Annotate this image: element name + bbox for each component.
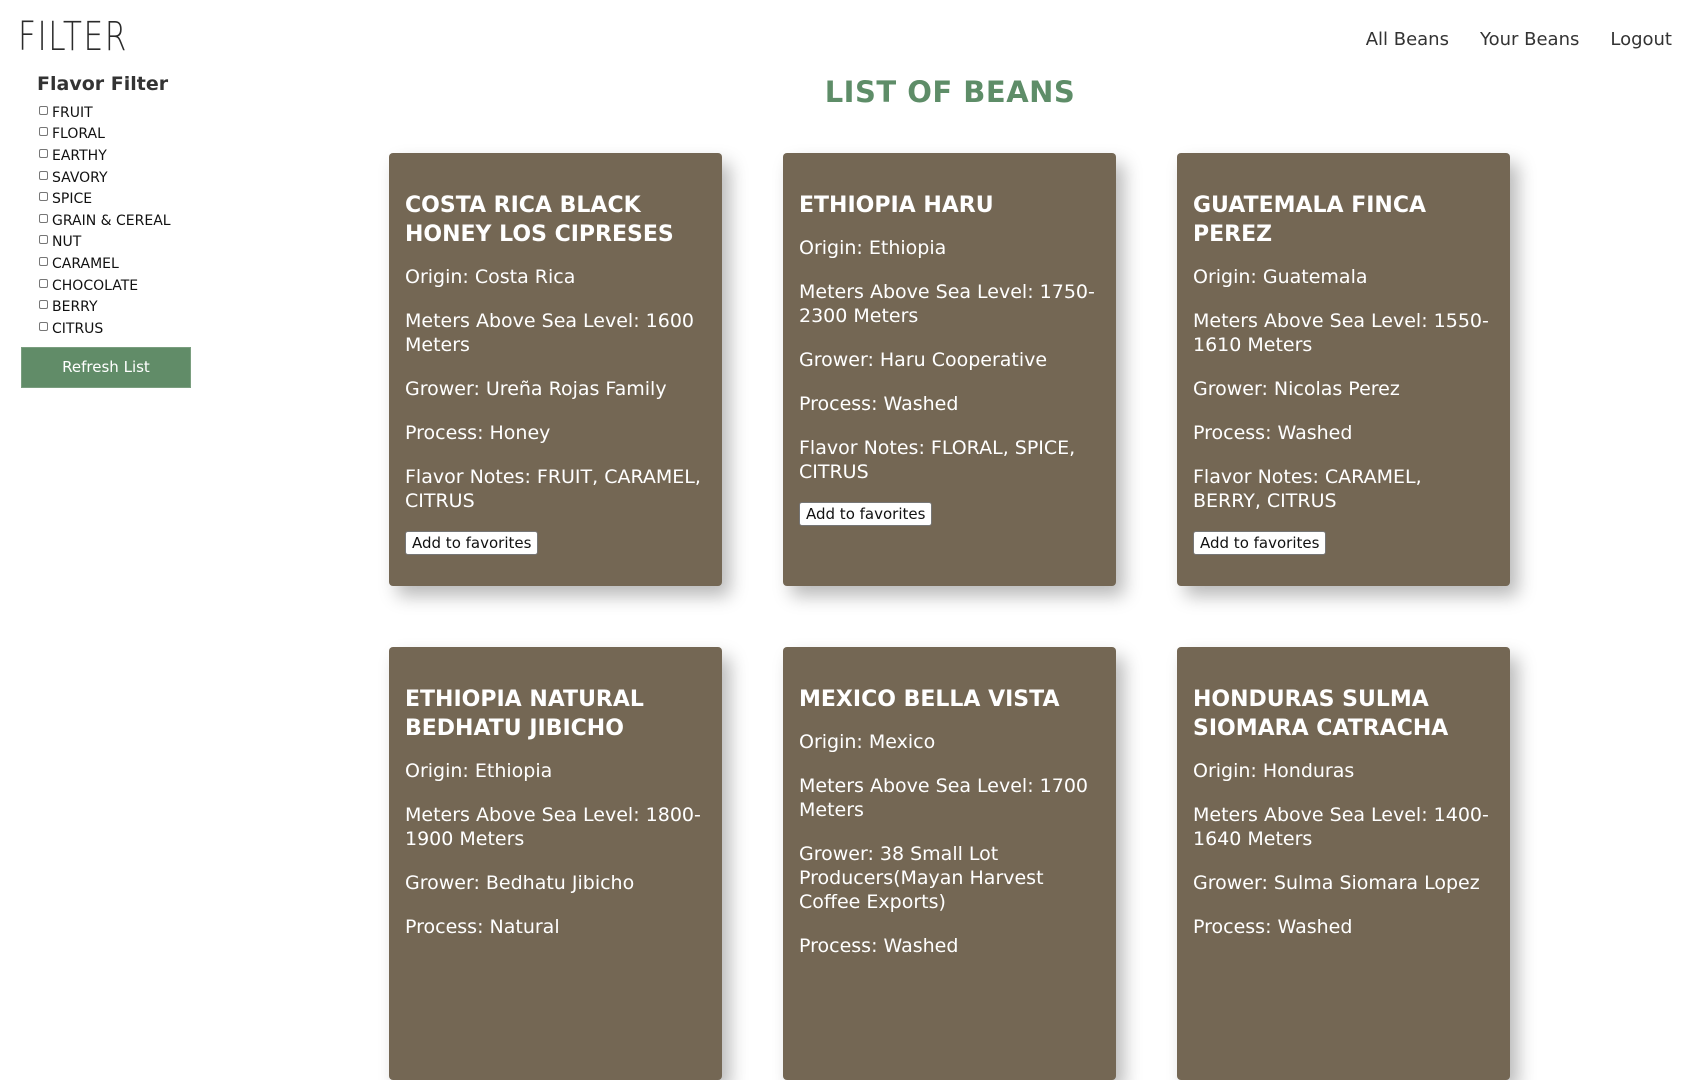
top-nav: All Beans Your Beans Logout	[1366, 29, 1672, 50]
bean-origin: Origin: Costa Rica	[405, 266, 576, 288]
bean-elevation: Meters Above Sea Level: 1750-2300 Meters	[799, 281, 1095, 327]
bean-grower: Grower: Sulma Siomara Lopez	[1193, 872, 1480, 894]
flavor-option-citrus[interactable]: CITRUS	[39, 318, 211, 340]
nav-your-beans[interactable]: Your Beans	[1480, 29, 1579, 50]
flavor-label: CITRUS	[52, 320, 104, 337]
flavor-checkbox-list: FRUIT FLORAL EARTHY SAVORY SPICE GRAIN &…	[39, 102, 211, 340]
flavor-option-fruit[interactable]: FRUIT	[39, 102, 211, 124]
refresh-list-button[interactable]: Refresh List	[21, 346, 191, 388]
bean-elevation: Meters Above Sea Level: 1400-1640 Meters	[1193, 804, 1489, 850]
flavor-label: NUT	[52, 234, 82, 251]
bean-origin: Origin: Honduras	[1193, 760, 1355, 782]
bean-origin: Origin: Ethiopia	[405, 760, 553, 782]
bean-flavor-notes: Flavor Notes: CARAMEL, BERRY, CITRUS	[1193, 466, 1422, 512]
bean-name: ETHIOPIA HARU	[799, 193, 994, 218]
bean-process: Process: Natural	[405, 916, 560, 938]
bean-card-grid: COSTA RICA BLACK HONEY LOS CIPRESES Orig…	[389, 153, 1510, 1080]
checkbox[interactable]	[39, 148, 48, 158]
nav-logout[interactable]: Logout	[1610, 29, 1672, 50]
flavor-option-chocolate[interactable]: CHOCOLATE	[39, 275, 211, 297]
flavor-filter-sidebar: Flavor Filter FRUIT FLORAL EARTHY SAVORY…	[21, 73, 211, 388]
nav-all-beans[interactable]: All Beans	[1366, 29, 1449, 50]
app-logo: FILTER	[18, 14, 129, 60]
bean-grower: Grower: Nicolas Perez	[1193, 378, 1400, 400]
bean-grower: Grower: Ureña Rojas Family	[405, 378, 667, 400]
checkbox[interactable]	[39, 256, 48, 266]
checkbox[interactable]	[39, 170, 48, 180]
bean-flavor-notes: Flavor Notes: FRUIT, CARAMEL, CITRUS	[405, 466, 701, 512]
bean-flavor-notes: Flavor Notes: FLORAL, SPICE, CITRUS	[799, 437, 1076, 483]
flavor-filter-title: Flavor Filter	[37, 73, 169, 95]
bean-card: COSTA RICA BLACK HONEY LOS CIPRESES Orig…	[389, 153, 722, 586]
checkbox[interactable]	[39, 235, 48, 245]
bean-process: Process: Washed	[799, 935, 959, 957]
bean-grower: Grower: 38 Small Lot Producers(Mayan Har…	[799, 843, 1044, 913]
flavor-label: SPICE	[52, 191, 93, 208]
add-to-favorites-button[interactable]: Add to favorites	[799, 502, 933, 526]
bean-origin: Origin: Guatemala	[1193, 266, 1368, 288]
flavor-option-savory[interactable]: SAVORY	[39, 167, 211, 189]
bean-card: HONDURAS SULMA SIOMARA CATRACHA Origin: …	[1177, 647, 1510, 1080]
flavor-option-berry[interactable]: BERRY	[39, 296, 211, 318]
checkbox[interactable]	[39, 127, 48, 137]
flavor-label: EARTHY	[52, 147, 107, 164]
bean-origin: Origin: Ethiopia	[799, 237, 947, 259]
bean-process: Process: Honey	[405, 422, 551, 444]
flavor-label: CARAMEL	[52, 255, 119, 272]
flavor-label: GRAIN & CEREAL	[52, 212, 171, 229]
flavor-option-grain-cereal[interactable]: GRAIN & CEREAL	[39, 210, 211, 232]
bean-card: GUATEMALA FINCA PEREZ Origin: Guatemala …	[1177, 153, 1510, 586]
bean-origin: Origin: Mexico	[799, 731, 936, 753]
flavor-option-spice[interactable]: SPICE	[39, 188, 211, 210]
flavor-label: CHOCOLATE	[52, 277, 139, 294]
bean-name: HONDURAS SULMA SIOMARA CATRACHA	[1193, 687, 1449, 741]
flavor-option-nut[interactable]: NUT	[39, 232, 211, 254]
checkbox[interactable]	[39, 213, 48, 223]
checkbox[interactable]	[39, 278, 48, 288]
bean-card: ETHIOPIA NATURAL BEDHATU JIBICHO Origin:…	[389, 647, 722, 1080]
bean-name: MEXICO BELLA VISTA	[799, 687, 1060, 712]
checkbox[interactable]	[39, 192, 48, 202]
add-to-favorites-button[interactable]: Add to favorites	[1193, 531, 1327, 555]
bean-process: Process: Washed	[799, 393, 959, 415]
flavor-label: FRUIT	[52, 104, 93, 121]
flavor-label: SAVORY	[52, 169, 108, 186]
checkbox[interactable]	[39, 300, 48, 310]
flavor-option-earthy[interactable]: EARTHY	[39, 145, 211, 167]
bean-card: MEXICO BELLA VISTA Origin: Mexico Meters…	[783, 647, 1116, 1080]
bean-elevation: Meters Above Sea Level: 1800-1900 Meters	[405, 804, 701, 850]
add-to-favorites-button[interactable]: Add to favorites	[405, 531, 539, 555]
bean-elevation: Meters Above Sea Level: 1700 Meters	[799, 775, 1089, 821]
bean-process: Process: Washed	[1193, 916, 1353, 938]
page-title: LIST OF BEANS	[824, 75, 1076, 109]
bean-elevation: Meters Above Sea Level: 1600 Meters	[405, 310, 695, 356]
flavor-option-caramel[interactable]: CARAMEL	[39, 253, 211, 275]
bean-process: Process: Washed	[1193, 422, 1353, 444]
bean-name: COSTA RICA BLACK HONEY LOS CIPRESES	[405, 193, 674, 247]
bean-card: ETHIOPIA HARU Origin: Ethiopia Meters Ab…	[783, 153, 1116, 586]
bean-name: GUATEMALA FINCA PEREZ	[1193, 193, 1427, 247]
checkbox[interactable]	[39, 105, 48, 115]
bean-grower: Grower: Bedhatu Jibicho	[405, 872, 635, 894]
checkbox[interactable]	[39, 321, 48, 331]
bean-elevation: Meters Above Sea Level: 1550-1610 Meters	[1193, 310, 1489, 356]
flavor-label: BERRY	[52, 299, 98, 316]
flavor-option-floral[interactable]: FLORAL	[39, 124, 211, 146]
bean-grower: Grower: Haru Cooperative	[799, 349, 1048, 371]
flavor-label: FLORAL	[52, 126, 105, 143]
bean-name: ETHIOPIA NATURAL BEDHATU JIBICHO	[405, 687, 644, 741]
